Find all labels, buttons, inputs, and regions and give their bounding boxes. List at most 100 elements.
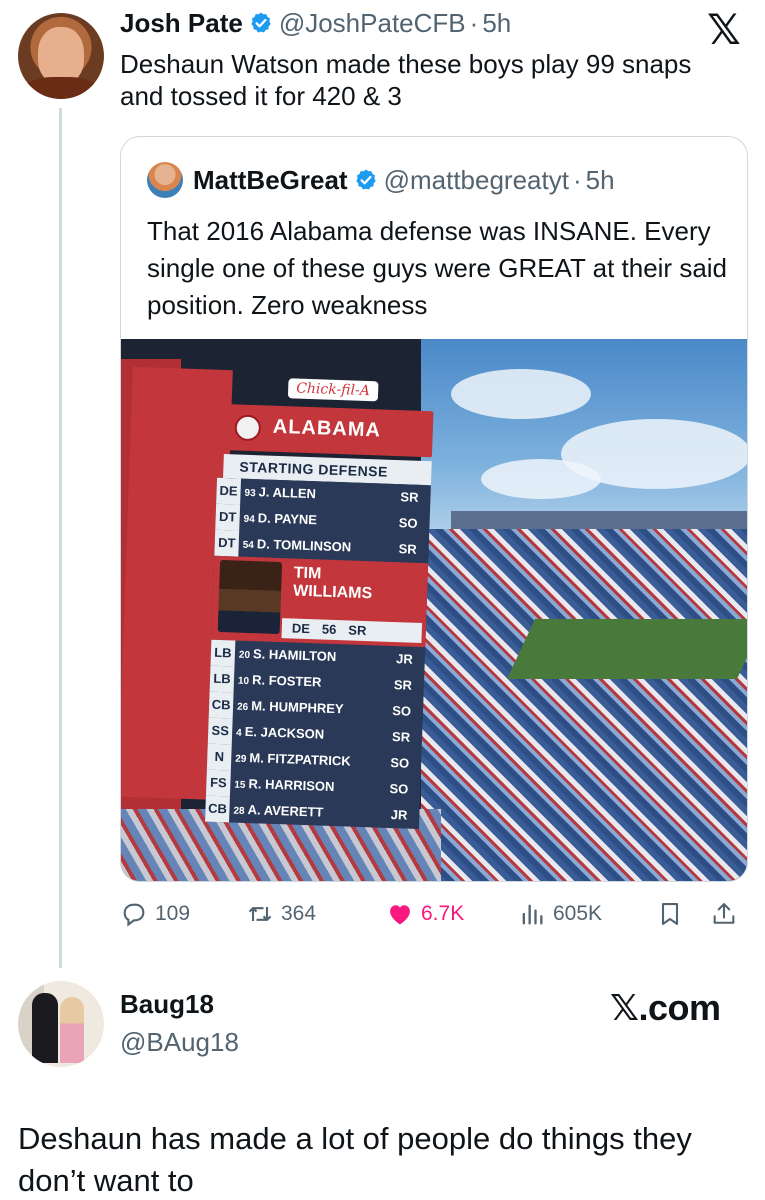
author-name[interactable]: Josh Pate xyxy=(120,8,243,38)
like-icon xyxy=(390,905,410,925)
repost-icon xyxy=(248,907,272,921)
views-icon xyxy=(522,904,543,925)
avatar-baug18[interactable] xyxy=(18,981,104,1067)
cloud xyxy=(451,369,591,419)
roster-num: 29 xyxy=(235,753,247,765)
separator-dot: · xyxy=(469,8,479,38)
roster-pos: LB xyxy=(210,639,236,667)
quote-author-handle[interactable]: @mattbegreatyt xyxy=(384,165,569,195)
roster-pos: LB xyxy=(209,665,235,693)
cloud xyxy=(481,459,601,499)
quote-author-name[interactable]: MattBeGreat xyxy=(193,165,348,195)
reply-count: 109 xyxy=(155,902,191,925)
roster-pos: FS xyxy=(205,769,231,797)
scoreboard: Chick-fil-A ALABAMA STARTING DEFENSE DE 9… xyxy=(121,363,434,830)
bookmark-icon xyxy=(661,903,679,925)
roster-name: D. TOMLINSON xyxy=(256,536,352,555)
author-handle[interactable]: @JoshPateCFB xyxy=(279,8,466,38)
repost-count: 364 xyxy=(281,902,317,925)
featured-info: DE 56 SR xyxy=(281,618,423,644)
roster-name: S. HAMILTON xyxy=(252,646,337,665)
tweet-text: Deshaun Watson made these boys play 99 s… xyxy=(120,49,692,111)
roster-name: E. JACKSON xyxy=(244,723,325,742)
featured-name: TIM WILLIAMS xyxy=(293,565,373,604)
roster-year: JR xyxy=(395,651,414,667)
reply-author-name[interactable]: Baug18 xyxy=(120,989,214,1020)
stadium-crowd xyxy=(421,529,747,881)
roster-pos: SS xyxy=(207,717,233,745)
featured-player: TIM WILLIAMS DE 56 SR xyxy=(211,555,429,648)
featured-num: 56 xyxy=(321,621,337,638)
thread-line xyxy=(59,108,62,968)
tweet-timestamp[interactable]: 5h xyxy=(482,8,511,38)
quote-timestamp[interactable]: 5h xyxy=(586,165,615,195)
reply-text: Deshaun has made a lot of people do thin… xyxy=(18,1121,692,1198)
views-count: 605K xyxy=(553,902,603,925)
reply-author-handle[interactable]: @BAug18 xyxy=(120,1027,239,1058)
avatar-person xyxy=(60,997,84,1063)
featured-last-name: WILLIAMS xyxy=(292,582,373,603)
roster-num: 93 xyxy=(244,487,256,500)
roster-num: 26 xyxy=(236,701,249,714)
roster-year: SR xyxy=(398,541,417,557)
board-team: ALABAMA xyxy=(272,415,382,442)
roster-num: 54 xyxy=(242,539,255,552)
bookmark-button[interactable] xyxy=(656,900,691,928)
alabama-logo-icon xyxy=(234,414,262,442)
verified-badge-icon xyxy=(249,11,273,35)
quote-tweet-card[interactable]: MattBeGreat @mattbegreatyt · 5h That 201… xyxy=(120,136,748,882)
roster-num: 94 xyxy=(243,513,255,526)
featured-pos: DE xyxy=(291,620,311,637)
separator-dot: · xyxy=(572,165,582,195)
roster-num: 28 xyxy=(233,805,245,817)
roster-year: JR xyxy=(390,807,408,823)
roster-year: SR xyxy=(391,729,411,745)
roster-pos: DT xyxy=(214,529,240,557)
roster-year: SO xyxy=(398,515,418,531)
roster-year: SO xyxy=(390,755,410,771)
roster-num: 20 xyxy=(238,649,251,662)
football-field xyxy=(507,619,747,679)
board-header: ALABAMA xyxy=(224,404,434,458)
roster-num: 4 xyxy=(235,727,242,739)
tweet-header: Josh Pate @JoshPateCFB · 5h xyxy=(120,8,511,38)
roster-name: R. FOSTER xyxy=(251,672,322,690)
like-count: 6.7K xyxy=(421,902,465,925)
avatar-shirt xyxy=(22,77,100,99)
roster-name: R. HARRISON xyxy=(248,776,335,795)
roster-pos: DT xyxy=(215,503,241,531)
reply-icon xyxy=(123,903,145,927)
featured-year: SR xyxy=(348,622,367,639)
roster-year: SO xyxy=(391,703,412,719)
x-com-label: 𝕏.com xyxy=(610,987,721,1028)
quote-media-image[interactable]: Chick-fil-A ALABAMA STARTING DEFENSE DE 9… xyxy=(121,339,747,881)
roster-name: J. ALLEN xyxy=(258,484,317,502)
roster-year: SR xyxy=(400,489,419,505)
avatar-face xyxy=(38,27,84,83)
roster-pos: CB xyxy=(208,691,234,719)
repost-button[interactable]: 364 xyxy=(246,900,316,928)
share-button[interactable] xyxy=(710,900,745,928)
roster-name: M. HUMPHREY xyxy=(250,698,344,717)
player-photo xyxy=(217,559,283,635)
quote-avatar[interactable] xyxy=(147,162,183,198)
x-logo-icon: 𝕏 xyxy=(707,5,741,54)
reply-button[interactable]: 109 xyxy=(120,900,190,928)
sponsor-logo: Chick-fil-A xyxy=(287,378,379,402)
quote-text: That 2016 Alabama defense was INSANE. Ev… xyxy=(147,216,728,320)
roster-name: D. PAYNE xyxy=(257,510,318,528)
roster-pos: CB xyxy=(205,795,230,823)
quote-header: MattBeGreat @mattbegreatyt · 5h xyxy=(147,162,615,198)
verified-badge-icon xyxy=(354,168,378,192)
share-icon xyxy=(713,903,735,924)
avatar-josh-pate[interactable] xyxy=(18,13,104,99)
roster-year: SO xyxy=(389,781,409,797)
roster-num: 10 xyxy=(237,675,250,688)
roster-pos: N xyxy=(206,743,232,771)
roster-name: M. FITZPATRICK xyxy=(249,750,351,769)
roster-list: DE 93 J. ALLEN SR DT 94 D. PAYNE SO DT 54 D. TOM… xyxy=(205,477,431,830)
views-button[interactable]: 605K xyxy=(518,900,602,928)
roster-name: A. AVERETT xyxy=(247,802,324,820)
like-button[interactable]: 6.7K xyxy=(386,900,464,928)
tweet-action-bar: 109 364 6.7K 605K xyxy=(120,897,750,931)
